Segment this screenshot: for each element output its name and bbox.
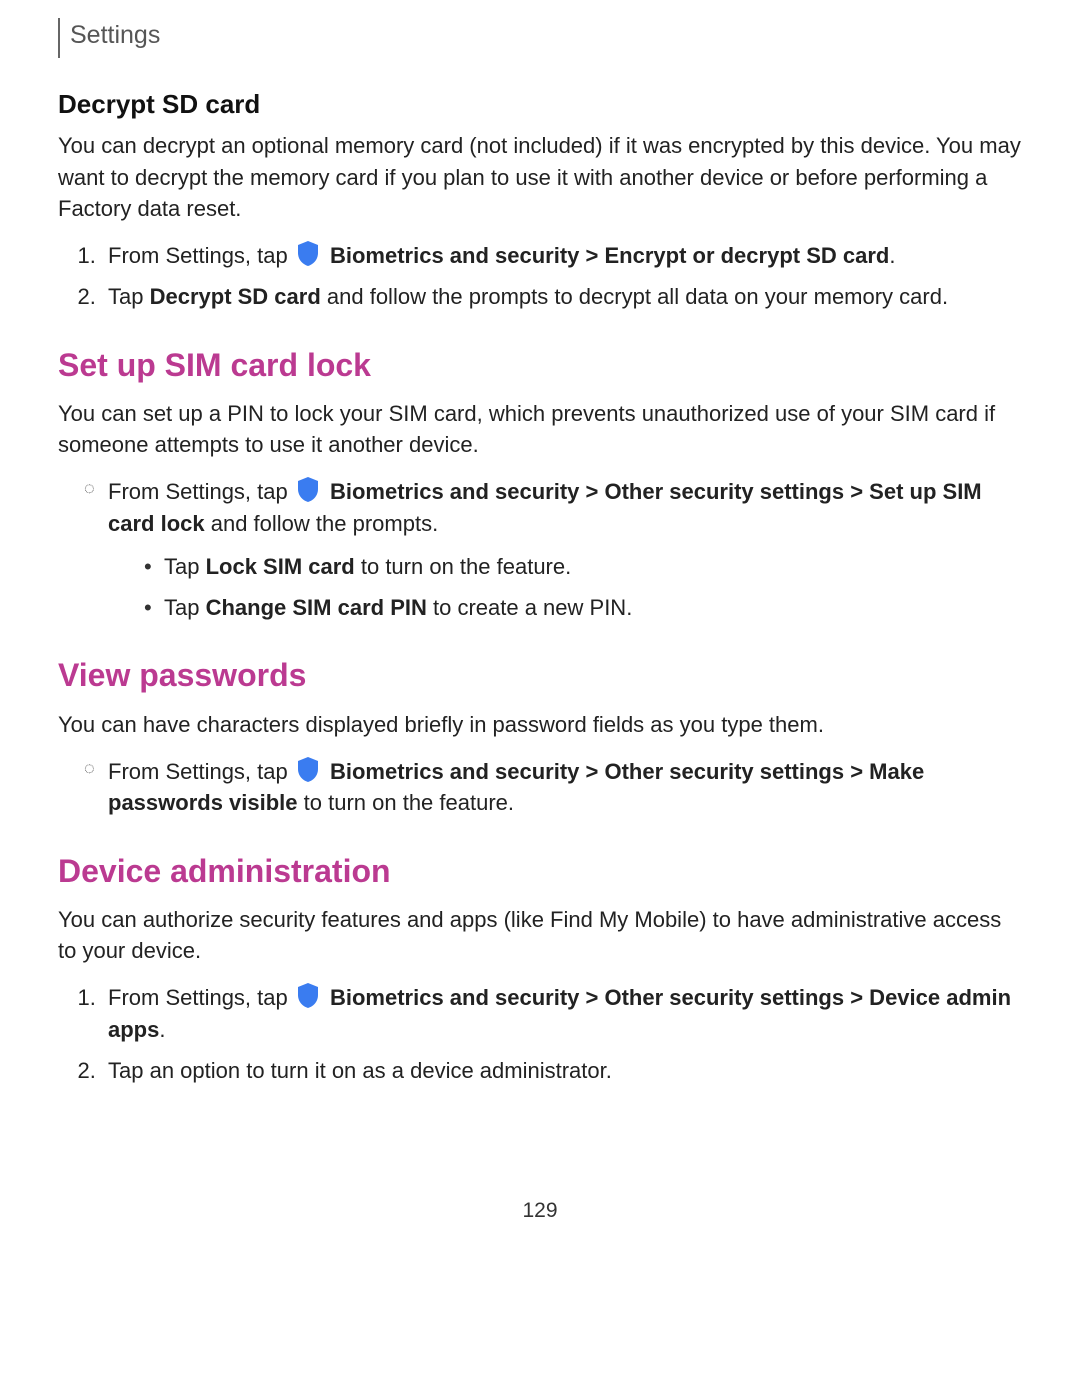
step-text: Tap an option to turn it on as a device … xyxy=(108,1058,612,1083)
list-item: From Settings, tap Biometrics and securi… xyxy=(84,476,1022,623)
step-suffix: . xyxy=(159,1017,165,1042)
step-suffix: . xyxy=(889,243,895,268)
devadmin-steps-list: From Settings, tap Biometrics and securi… xyxy=(58,982,1022,1086)
heading-sim-card-lock: Set up SIM card lock xyxy=(58,343,1022,388)
sim-intro-text: You can set up a PIN to lock your SIM ca… xyxy=(58,398,1022,460)
sim-steps-list: From Settings, tap Biometrics and securi… xyxy=(58,476,1022,623)
list-item: From Settings, tap Biometrics and securi… xyxy=(102,240,1022,271)
viewpw-steps-list: From Settings, tap Biometrics and securi… xyxy=(58,756,1022,818)
decrypt-intro-text: You can decrypt an optional memory card … xyxy=(58,130,1022,224)
step-bold: Biometrics and security > Encrypt or dec… xyxy=(330,243,889,268)
shield-icon xyxy=(296,240,320,267)
decrypt-steps-list: From Settings, tap Biometrics and securi… xyxy=(58,240,1022,312)
step-text: Tap xyxy=(164,595,206,620)
step-suffix: to turn on the feature. xyxy=(355,554,571,579)
step-text: From Settings, tap xyxy=(108,759,294,784)
list-item: From Settings, tap Biometrics and securi… xyxy=(102,982,1022,1044)
step-suffix: to create a new PIN. xyxy=(427,595,632,620)
step-text: Tap xyxy=(164,554,206,579)
step-text: From Settings, tap xyxy=(108,479,294,504)
heading-decrypt-sd-card: Decrypt SD card xyxy=(58,86,1022,123)
list-item: Tap Decrypt SD card and follow the promp… xyxy=(102,281,1022,312)
list-item: From Settings, tap Biometrics and securi… xyxy=(84,756,1022,818)
list-item: Tap Lock SIM card to turn on the feature… xyxy=(144,551,1022,582)
list-item: Tap Change SIM card PIN to create a new … xyxy=(144,592,1022,623)
shield-icon xyxy=(296,476,320,503)
step-bold: Lock SIM card xyxy=(206,554,355,579)
shield-icon xyxy=(296,756,320,783)
step-bold: Change SIM card PIN xyxy=(206,595,427,620)
step-suffix: to turn on the feature. xyxy=(298,790,514,815)
step-bold: Decrypt SD card xyxy=(150,284,321,309)
step-suffix: and follow the prompts. xyxy=(205,511,439,536)
breadcrumb: Settings xyxy=(58,18,1022,58)
heading-device-administration: Device administration xyxy=(58,849,1022,894)
shield-icon xyxy=(296,982,320,1009)
viewpw-intro-text: You can have characters displayed briefl… xyxy=(58,709,1022,740)
step-text: From Settings, tap xyxy=(108,243,294,268)
list-item: Tap an option to turn it on as a device … xyxy=(102,1055,1022,1086)
heading-view-passwords: View passwords xyxy=(58,653,1022,698)
step-suffix: and follow the prompts to decrypt all da… xyxy=(321,284,948,309)
devadmin-intro-text: You can authorize security features and … xyxy=(58,904,1022,966)
step-text: Tap xyxy=(108,284,150,309)
step-text: From Settings, tap xyxy=(108,985,294,1010)
sim-substeps-list: Tap Lock SIM card to turn on the feature… xyxy=(108,551,1022,623)
page-number: 129 xyxy=(58,1196,1022,1226)
